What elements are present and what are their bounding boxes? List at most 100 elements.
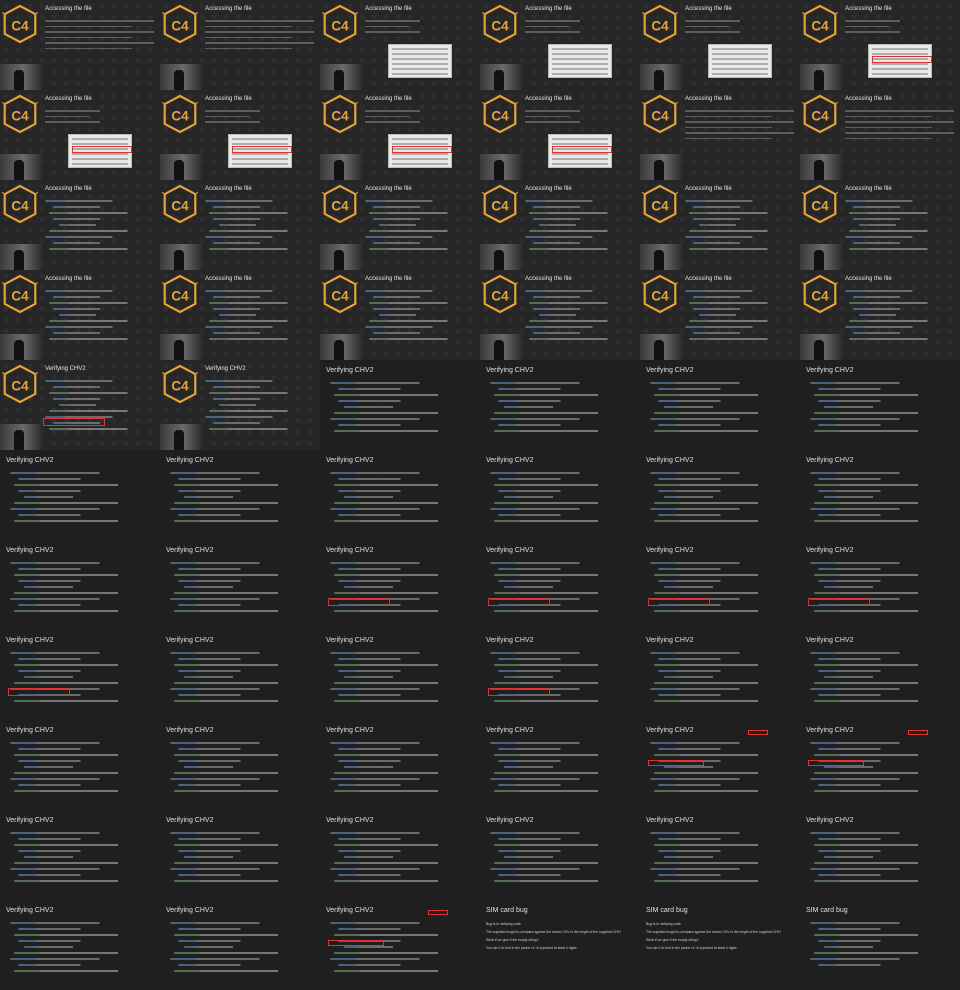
slide-thumbnail[interactable]: C4 Accessing the file [0, 270, 160, 360]
slide-thumbnail[interactable]: Verifying CHV2 [640, 720, 800, 810]
speaker-photo [160, 154, 202, 180]
slide-title: Verifying CHV2 [326, 907, 374, 914]
slide-thumbnail[interactable]: C4 Accessing the file [480, 180, 640, 270]
code-block [490, 562, 634, 616]
slide-thumbnail[interactable]: Verifying CHV2 [480, 720, 640, 810]
highlight-box [328, 598, 390, 606]
slide-thumbnail[interactable]: Verifying CHV2 [160, 450, 320, 540]
slide-title: Accessing the file [845, 186, 892, 192]
slide-thumbnail[interactable]: Verifying CHV2 [640, 810, 800, 900]
slide-thumbnail[interactable]: C4 Accessing the file [480, 0, 640, 90]
slide-thumbnail[interactable]: Verifying CHV2 [480, 540, 640, 630]
slide-thumbnail[interactable]: Verifying CHV2 [480, 450, 640, 540]
slide-thumbnail[interactable]: Verifying CHV2 [0, 630, 160, 720]
slide-thumbnail[interactable]: C4 Verifying CHV2 [0, 360, 160, 450]
speaker-photo [160, 334, 202, 360]
slide-thumbnail[interactable]: Verifying CHV2 [0, 540, 160, 630]
slide-title: Accessing the file [45, 96, 92, 102]
slide-thumbnail[interactable]: Verifying CHV2 [800, 810, 960, 900]
slide-thumbnail[interactable]: Verifying CHV2 [320, 900, 480, 990]
c4-logo-icon: C4 [0, 94, 44, 134]
slide-thumbnail[interactable]: C4 Accessing the file [800, 0, 960, 90]
sim-bug-line: The supplied length to compare against t… [646, 930, 781, 934]
slide-thumbnail[interactable]: C4 Accessing the file [480, 270, 640, 360]
code-block [10, 922, 154, 976]
slide-thumbnail[interactable]: Verifying CHV2 [160, 900, 320, 990]
slide-thumbnail[interactable]: Verifying CHV2 [480, 360, 640, 450]
speaker-photo [480, 334, 522, 360]
slide-thumbnail[interactable]: Verifying CHV2 [800, 450, 960, 540]
svg-text:C4: C4 [11, 198, 29, 213]
slide-thumbnail[interactable]: C4 Accessing the file [640, 180, 800, 270]
slide-title: Accessing the file [845, 96, 892, 102]
slide-thumbnail[interactable]: C4 Accessing the file [320, 270, 480, 360]
slide-thumbnail[interactable]: C4 Accessing the file [480, 90, 640, 180]
svg-text:C4: C4 [331, 108, 349, 123]
slide-thumbnail[interactable]: C4 Accessing the file [0, 0, 160, 90]
slide-thumbnail[interactable]: C4 Accessing the file [160, 270, 320, 360]
slide-thumbnail[interactable]: Verifying CHV2 [160, 540, 320, 630]
code-block [170, 742, 314, 796]
slide-thumbnail[interactable]: Verifying CHV2 [640, 450, 800, 540]
slide-thumbnail[interactable]: Verifying CHV2 [800, 630, 960, 720]
slide-thumbnail[interactable]: Verifying CHV2 [480, 630, 640, 720]
slide-thumbnail[interactable]: C4 Accessing the file [320, 90, 480, 180]
slide-thumbnail[interactable]: Verifying CHV2 [320, 450, 480, 540]
slide-title: Verifying CHV2 [806, 547, 854, 554]
slide-title: Verifying CHV2 [166, 727, 214, 734]
slide-thumbnail[interactable]: C4 Accessing the file [160, 0, 320, 90]
speaker-photo [160, 64, 202, 90]
slide-thumbnail[interactable]: Verifying CHV2 [800, 720, 960, 810]
slide-thumbnail[interactable]: C4 Accessing the file [800, 270, 960, 360]
slide-thumbnail[interactable]: Verifying CHV2 [640, 630, 800, 720]
slide-thumbnail[interactable]: Verifying CHV2 [320, 540, 480, 630]
slide-thumbnail[interactable]: Verifying CHV2 [800, 360, 960, 450]
slide-title: Verifying CHV2 [326, 637, 374, 644]
slide-thumbnail[interactable]: C4 Accessing the file [640, 0, 800, 90]
slide-thumbnail[interactable]: Verifying CHV2 [160, 630, 320, 720]
slide-thumbnail[interactable]: C4 Accessing the file [640, 90, 800, 180]
sim-bug-line: Bug is in verifying code [486, 922, 521, 926]
slide-thumbnail[interactable]: Verifying CHV2 [0, 900, 160, 990]
svg-text:C4: C4 [171, 198, 189, 213]
code-block [650, 742, 794, 796]
slide-thumbnail[interactable]: Verifying CHV2 [640, 360, 800, 450]
slide-thumbnail[interactable]: Verifying CHV2 [160, 720, 320, 810]
slide-thumbnail[interactable]: C4 Accessing the file [160, 180, 320, 270]
slide-thumbnail[interactable]: Verifying CHV2 [0, 450, 160, 540]
slide-thumbnail[interactable]: Verifying CHV2 [640, 540, 800, 630]
slide-title: Accessing the file [525, 186, 572, 192]
slide-thumbnail[interactable]: C4 Accessing the file [0, 90, 160, 180]
c4-logo-icon: C4 [640, 94, 684, 134]
slide-thumbnail[interactable]: C4 Accessing the file [320, 180, 480, 270]
slide-title: Verifying CHV2 [806, 727, 854, 734]
highlight-box [43, 418, 105, 426]
code-block [490, 742, 634, 796]
slide-thumbnail[interactable]: Verifying CHV2 [0, 810, 160, 900]
highlight-box [72, 146, 132, 153]
slide-thumbnail[interactable]: Verifying CHV2 [0, 720, 160, 810]
c4-logo-icon: C4 [0, 274, 44, 314]
slide-thumbnail[interactable]: Verifying CHV2 [160, 810, 320, 900]
slide-thumbnail[interactable]: Verifying CHV2 [320, 720, 480, 810]
slide-thumbnail[interactable]: SIM card bug Bug is in verifying code The … [640, 900, 800, 990]
slide-thumbnail[interactable]: SIM card bug [800, 900, 960, 990]
slide-thumbnail[interactable]: C4 Accessing the file [0, 180, 160, 270]
slide-thumbnail[interactable]: C4 Accessing the file [640, 270, 800, 360]
slide-thumbnail[interactable]: Verifying CHV2 [320, 810, 480, 900]
slide-thumbnail[interactable]: C4 Accessing the file [800, 90, 960, 180]
slide-thumbnail[interactable]: Verifying CHV2 [480, 810, 640, 900]
slide-thumbnail[interactable]: C4 Accessing the file [800, 180, 960, 270]
speaker-photo [480, 154, 522, 180]
slide-thumbnail[interactable]: C4 Verifying CHV2 [160, 360, 320, 450]
slide-thumbnail[interactable]: C4 Accessing the file [160, 90, 320, 180]
slide-title: Accessing the file [685, 96, 732, 102]
code-block [170, 472, 314, 526]
code-block [490, 832, 634, 886]
svg-text:C4: C4 [811, 18, 829, 33]
slide-thumbnail[interactable]: C4 Accessing the file [320, 0, 480, 90]
slide-thumbnail[interactable]: Verifying CHV2 [320, 360, 480, 450]
slide-thumbnail[interactable]: Verifying CHV2 [320, 630, 480, 720]
slide-thumbnail[interactable]: SIM card bug Bug is in verifying code The … [480, 900, 640, 990]
slide-thumbnail[interactable]: Verifying CHV2 [800, 540, 960, 630]
